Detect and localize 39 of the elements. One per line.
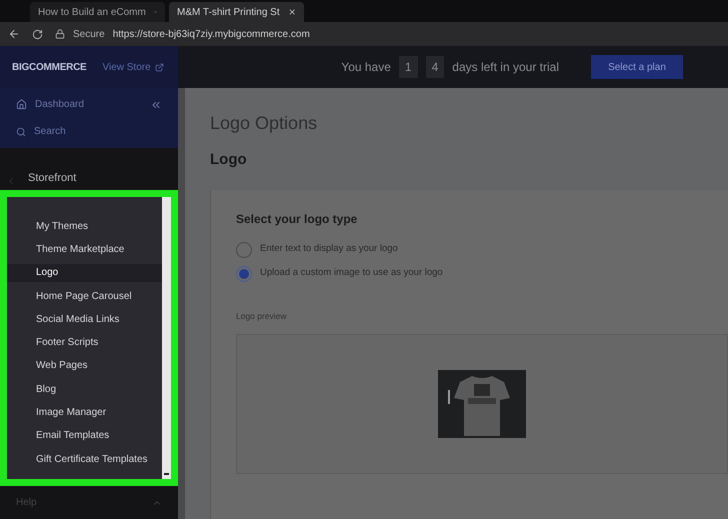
url-text: https://store-bj63iq7ziy.mybigcommerce.com [112,28,310,42]
radio-button[interactable] [236,242,252,258]
sidebar-item[interactable]: Gift Certificate Templates [7,450,162,468]
browser-tab[interactable]: M&M T-shirt Printing St [169,2,304,22]
option-label: Enter text to display as your logo [260,242,398,256]
trial-digit: 4 [426,56,444,78]
back-icon[interactable] [8,28,20,40]
sidebar-item[interactable]: Dashboard [16,97,162,112]
scrollbar[interactable] [162,197,171,479]
option-label: Upload a custom image to use as your logo [260,266,443,280]
sidebar-item[interactable]: My Themes [7,217,162,236]
sidebar-item[interactable]: Image Manager [7,403,162,422]
select-plan-button[interactable]: Select a plan [591,55,683,79]
sidebar-item[interactable]: Home Page Carousel [7,286,162,306]
trial-text: You have [341,59,391,76]
trial-text: days left in your trial [452,59,559,76]
sidebar-item[interactable]: Logo [7,264,162,282]
logo[interactable]: BIGCOMMERCE [12,60,86,74]
trial-digit: 1 [398,56,418,78]
sidebar-item[interactable]: Email Templates [7,426,162,445]
section-title[interactable]: Storefront [28,170,76,186]
section-heading: Logo [210,150,248,170]
lock-icon [55,29,65,39]
search-icon [16,126,26,136]
sidebar-item[interactable]: Theme Marketplace [7,240,162,259]
sidebar-item[interactable]: Search [16,124,162,139]
sidebar-item[interactable]: Social Media Links [7,310,162,328]
secure-label: Secure [73,28,105,42]
sidebar-item[interactable]: Web Pages [7,356,162,376]
close-icon[interactable] [288,7,296,17]
preview-label: Logo preview [236,310,288,322]
external-link-icon [154,62,164,72]
reload-icon[interactable] [32,28,43,40]
radio-button[interactable] [236,266,252,282]
home-icon [16,99,27,110]
browser-tab[interactable]: How to Build an eComm [30,2,165,22]
sidebar-item[interactable]: Footer Scripts [7,333,162,352]
card-title: Select your logo type [236,210,358,228]
sidebar-item[interactable]: Blog [7,380,162,398]
